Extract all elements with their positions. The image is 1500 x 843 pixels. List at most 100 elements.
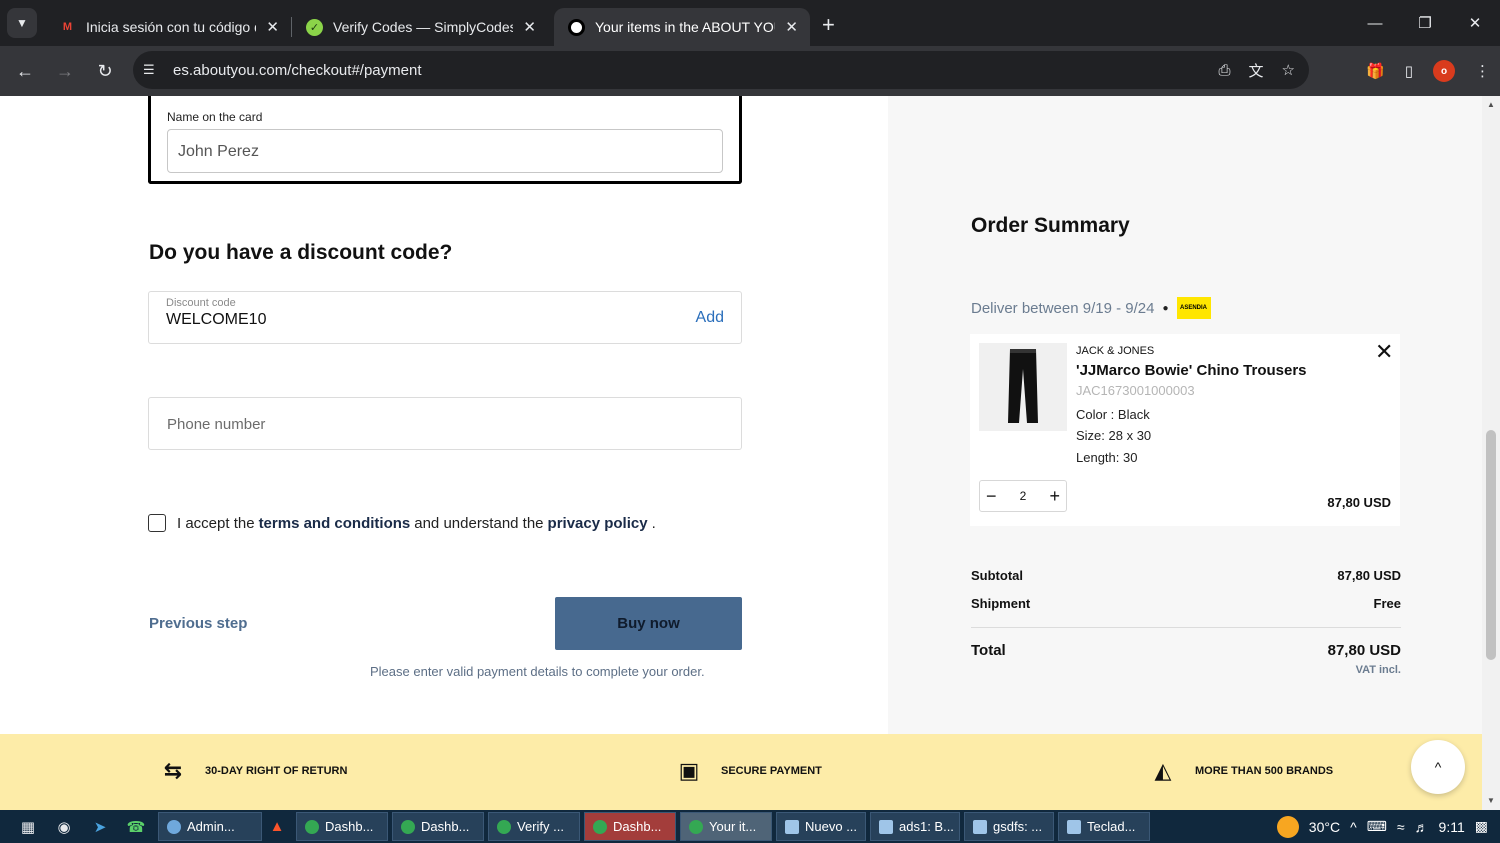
brave-icon[interactable]: ▲ <box>262 810 292 843</box>
taskbar-item-label: Verify ... <box>517 819 564 834</box>
terms-checkbox[interactable] <box>148 514 166 532</box>
taskbar-item[interactable]: Dashb... <box>392 812 484 841</box>
taskbar-item-label: ads1: B... <box>899 819 954 834</box>
temperature[interactable]: 30°C <box>1309 819 1340 835</box>
forward-button[interactable]: → <box>47 53 83 89</box>
decrease-quantity-button[interactable]: − <box>986 486 997 507</box>
bookmark-star-icon[interactable]: ☆ <box>1282 61 1295 79</box>
keyboard-layout-icon[interactable]: ⌨ <box>1367 818 1387 835</box>
close-icon[interactable]: ✕ <box>523 18 536 36</box>
weather-icon[interactable] <box>1276 815 1299 838</box>
notepad-icon <box>879 819 893 834</box>
terms-link[interactable]: terms and conditions <box>259 515 411 532</box>
product-name[interactable]: 'JJMarco Bowie' Chino Trousers <box>1076 362 1307 379</box>
product-sku: JAC1673001000003 <box>1076 383 1195 398</box>
product-image[interactable] <box>979 343 1067 431</box>
install-app-icon[interactable]: ⎙ <box>1219 62 1231 79</box>
extensions-puzzle-icon[interactable]: ▯ <box>1405 62 1413 80</box>
name-on-card-label: Name on the card <box>167 110 263 124</box>
notifications-icon[interactable]: ▩ <box>1475 818 1488 835</box>
taskbar-item[interactable]: Nuevo ... <box>776 812 866 841</box>
delivery-text: Deliver between 9/19 - 9/24 <box>971 299 1155 317</box>
profile-avatar[interactable]: o <box>1433 60 1455 82</box>
taskbar-item-label: Admin... <box>187 819 235 834</box>
back-button[interactable]: ← <box>7 53 43 89</box>
page-scrollbar[interactable]: ▲ ▼ <box>1482 96 1500 810</box>
chrome-icon <box>689 819 703 834</box>
subtotal-row: Subtotal 87,80 USD <box>971 568 1401 583</box>
discount-code-label: Discount code <box>166 297 236 309</box>
tab-title: Verify Codes — SimplyCodes <box>333 19 514 35</box>
menu-kebab-icon[interactable]: ⋮ <box>1475 62 1490 80</box>
task-view-icon[interactable]: ▦ <box>10 810 46 843</box>
quantity-stepper: − 2 + <box>979 480 1067 512</box>
taskbar-item[interactable]: Verify ... <box>488 812 580 841</box>
taskbar-item[interactable]: Your it... <box>680 812 772 841</box>
scroll-to-top-button[interactable]: ^ <box>1411 740 1465 794</box>
phone-number-input[interactable]: Phone number <box>148 397 742 450</box>
chevron-up-icon: ^ <box>1434 759 1442 775</box>
scroll-up-arrow[interactable]: ▲ <box>1482 98 1500 112</box>
new-tab-button[interactable]: + <box>822 12 835 38</box>
product-brand: JACK & JONES <box>1076 345 1155 357</box>
delivery-estimate: Deliver between 9/19 - 9/24 ● ASENDIA <box>971 297 1211 319</box>
telegram-icon[interactable]: ➤ <box>82 810 118 843</box>
tab-search-button[interactable]: ▼ <box>7 8 37 38</box>
extension-gift-icon[interactable]: 🎁 <box>1366 62 1385 80</box>
taskbar-item[interactable]: Teclad... <box>1058 812 1150 841</box>
remove-item-icon[interactable]: ✕ <box>1375 339 1393 365</box>
minimize-icon[interactable]: — <box>1350 0 1400 46</box>
tab-simplycodes[interactable]: ✓ Verify Codes — SimplyCodes ✕ <box>292 8 548 46</box>
taskbar-item[interactable]: Admin... <box>158 812 262 841</box>
discount-code-field[interactable]: Discount code WELCOME10 Add <box>148 291 742 344</box>
tab-aboutyou[interactable]: Your items in the ABOUT YOU b ✕ <box>554 8 810 46</box>
total-value: 87,80 USD <box>1327 642 1401 659</box>
close-icon[interactable]: ✕ <box>266 18 279 36</box>
site-info-icon[interactable]: ☰ <box>143 62 161 78</box>
quantity-value[interactable]: 2 <box>1020 489 1027 503</box>
chevron-up-icon[interactable]: ^ <box>1350 819 1357 835</box>
tab-gmail[interactable]: M Inicia sesión con tu código de v ✕ <box>45 8 291 46</box>
window-controls: — ❐ ✕ <box>1350 0 1500 46</box>
terms-prefix: I accept the <box>177 514 255 532</box>
url-text[interactable]: es.aboutyou.com/checkout#/payment <box>173 62 421 79</box>
name-on-card-input[interactable]: John Perez <box>167 129 723 173</box>
terms-suffix: . <box>651 514 656 532</box>
address-bar[interactable]: ☰ es.aboutyou.com/checkout#/payment ⎙ 文 … <box>133 51 1309 89</box>
taskbar-item[interactable]: Dashb... <box>296 812 388 841</box>
taskbar-item[interactable]: Dashb... <box>584 812 676 841</box>
taskbar-item[interactable]: ads1: B... <box>870 812 960 841</box>
discount-code-input[interactable]: WELCOME10 <box>166 311 266 329</box>
volume-icon[interactable]: ♬ <box>1415 819 1429 835</box>
browser-tab-strip: ▼ M Inicia sesión con tu código de v ✕ ✓… <box>0 0 1500 46</box>
scrollbar-thumb[interactable] <box>1486 430 1496 660</box>
previous-step-link[interactable]: Previous step <box>149 615 247 632</box>
shipment-value: Free <box>1373 596 1401 611</box>
app-icon[interactable]: ◉ <box>46 810 82 843</box>
separator-dot: ● <box>1162 302 1169 314</box>
subtotal-value: 87,80 USD <box>1337 568 1401 583</box>
close-icon[interactable]: ✕ <box>785 18 798 36</box>
increase-quantity-button[interactable]: + <box>1049 486 1060 507</box>
privacy-link[interactable]: privacy policy <box>548 515 648 532</box>
wifi-icon[interactable]: ≈ <box>1397 819 1405 835</box>
add-discount-button[interactable]: Add <box>696 309 724 327</box>
buy-now-button[interactable]: Buy now <box>555 597 742 650</box>
tab-title: Inicia sesión con tu código de v <box>86 19 256 35</box>
scroll-down-arrow[interactable]: ▼ <box>1482 794 1500 808</box>
taskbar-item-label: Teclad... <box>1087 819 1136 834</box>
taskbar-item[interactable]: gsdfs: ... <box>964 812 1054 841</box>
return-arrows-icon: ⇆ <box>163 758 183 783</box>
reload-button[interactable]: ↻ <box>87 53 123 89</box>
whatsapp-icon[interactable]: ☎ <box>118 810 154 843</box>
gmail-icon: M <box>62 21 73 33</box>
chrome-icon <box>497 819 511 834</box>
os-taskbar: ▦ ◉ ➤ ☎ Admin... ▲ Dashb... Dashb... Ver… <box>0 810 1500 843</box>
taskbar-item-label: Nuevo ... <box>805 819 858 834</box>
taskbar-item-label: gsdfs: ... <box>993 819 1043 834</box>
translate-icon[interactable]: 文 <box>1249 60 1264 81</box>
aboutyou-icon <box>568 18 585 36</box>
close-window-icon[interactable]: ✕ <box>1450 0 1500 46</box>
clock-time[interactable]: 9:11 <box>1439 819 1465 835</box>
restore-icon[interactable]: ❐ <box>1400 0 1450 46</box>
